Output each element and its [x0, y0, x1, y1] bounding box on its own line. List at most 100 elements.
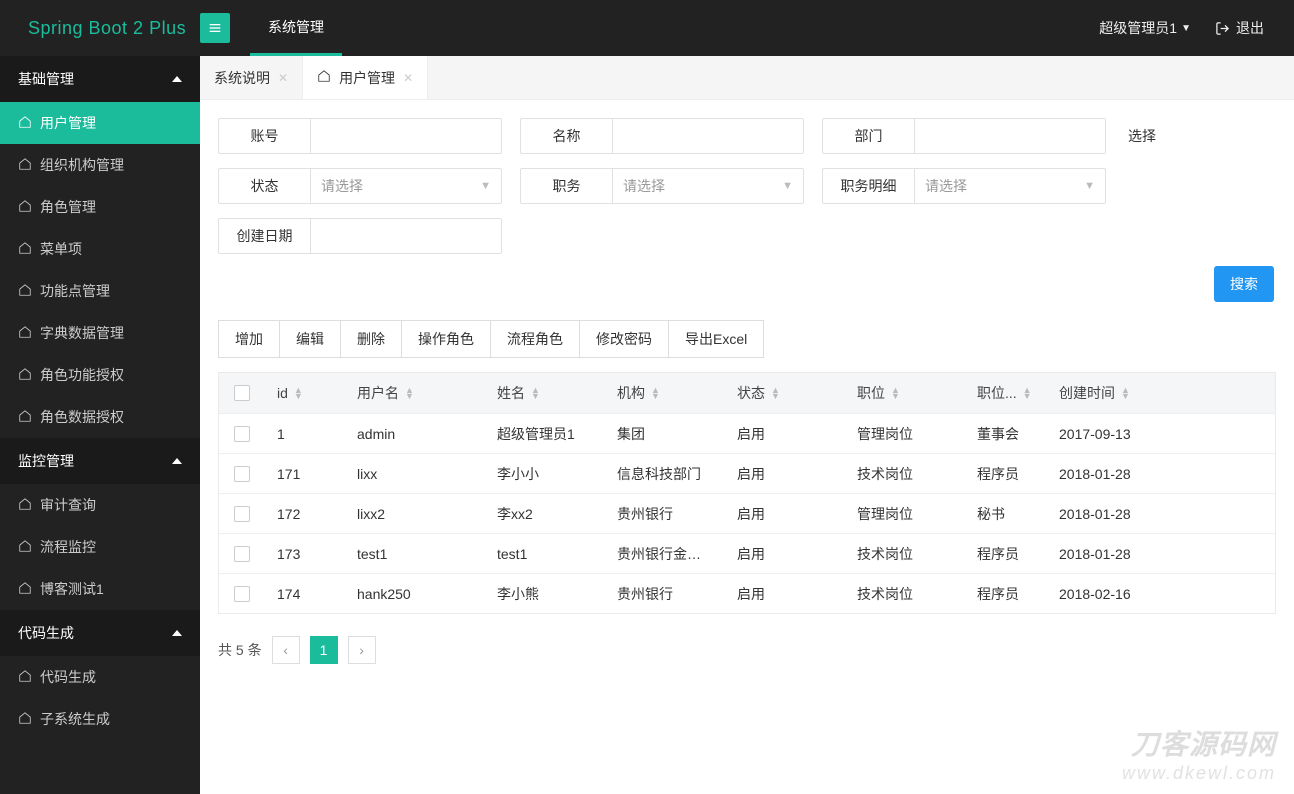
table-cell: 技术岗位: [845, 464, 965, 484]
toolbar-button[interactable]: 导出Excel: [669, 320, 764, 358]
column-header[interactable]: 职位...▲▼: [965, 383, 1047, 403]
logout-label: 退出: [1236, 18, 1264, 38]
state-select[interactable]: 请选择 ▼: [311, 169, 501, 203]
page-next[interactable]: ›: [348, 636, 376, 664]
table-cell: 程序员: [965, 584, 1047, 604]
nav-item[interactable]: 角色功能授权: [0, 354, 200, 396]
checkbox[interactable]: [234, 385, 250, 401]
checkbox[interactable]: [234, 586, 250, 602]
page-prev[interactable]: ‹: [272, 636, 300, 664]
nav-item[interactable]: 流程监控: [0, 526, 200, 568]
table-cell: 贵州银行金…: [605, 544, 725, 564]
nav-item-label: 角色数据授权: [40, 407, 124, 427]
close-icon[interactable]: ✕: [278, 71, 288, 85]
search-button[interactable]: 搜索: [1214, 266, 1274, 302]
position-detail-select[interactable]: 请选择 ▼: [915, 169, 1105, 203]
toolbar-button[interactable]: 流程角色: [491, 320, 580, 358]
filter-state: 状态 请选择 ▼: [218, 168, 502, 204]
table-cell: 董事会: [965, 424, 1047, 444]
toolbar-button[interactable]: 编辑: [280, 320, 341, 358]
table-cell: test1: [485, 546, 605, 562]
nav-item-label: 角色管理: [40, 197, 96, 217]
sidebar-toggle[interactable]: [200, 13, 230, 43]
toolbar-button[interactable]: 操作角色: [402, 320, 491, 358]
nav-item[interactable]: 代码生成: [0, 656, 200, 698]
column-header[interactable]: 创建时间▲▼: [1047, 383, 1157, 403]
nav-item-label: 字典数据管理: [40, 323, 124, 343]
table-cell: 2017-09-13: [1047, 426, 1157, 442]
table-cell: test1: [345, 546, 485, 562]
table-row[interactable]: 171lixx李小小信息科技部门启用技术岗位程序员2018-01-28: [219, 453, 1275, 493]
nav-item[interactable]: 审计查询: [0, 484, 200, 526]
nav-item[interactable]: 子系统生成: [0, 698, 200, 740]
table-row[interactable]: 173test1test1贵州银行金…启用技术岗位程序员2018-01-28: [219, 533, 1275, 573]
tab[interactable]: 系统说明✕: [200, 56, 303, 99]
nav-item[interactable]: 菜单项: [0, 228, 200, 270]
dept-picker-link[interactable]: 选择: [1124, 126, 1160, 146]
logout-icon: [1215, 21, 1230, 36]
chevron-up-icon: [172, 458, 182, 464]
nav-item[interactable]: 博客测试1: [0, 568, 200, 610]
user-menu[interactable]: 超级管理员1 ▼: [1099, 18, 1191, 38]
account-input[interactable]: [311, 119, 501, 153]
nav-item-label: 流程监控: [40, 537, 96, 557]
nav-item[interactable]: 角色管理: [0, 186, 200, 228]
column-header[interactable]: 职位▲▼: [845, 383, 965, 403]
nav-item[interactable]: 角色数据授权: [0, 396, 200, 438]
checkbox[interactable]: [234, 546, 250, 562]
filter-create-date: 创建日期: [218, 218, 502, 254]
table-row[interactable]: 172lixx2李xx2贵州银行启用管理岗位秘书2018-01-28: [219, 493, 1275, 533]
tab[interactable]: 用户管理✕: [303, 56, 428, 99]
table-cell: 管理岗位: [845, 424, 965, 444]
nav-group-header[interactable]: 代码生成: [0, 610, 200, 656]
column-header[interactable]: 机构▲▼: [605, 383, 725, 403]
column-header[interactable]: id▲▼: [265, 385, 345, 401]
sort-icon: ▲▼: [1121, 387, 1130, 399]
table-row[interactable]: 174hank250李小熊贵州银行启用技术岗位程序员2018-02-16: [219, 573, 1275, 613]
filter-label: 状态: [219, 169, 311, 203]
sort-icon: ▲▼: [891, 387, 900, 399]
page-number[interactable]: 1: [310, 636, 338, 664]
select-placeholder: 请选择: [623, 176, 665, 196]
close-icon[interactable]: ✕: [403, 71, 413, 85]
table-cell: [219, 466, 265, 482]
nav-item[interactable]: 功能点管理: [0, 270, 200, 312]
column-header[interactable]: 状态▲▼: [725, 383, 845, 403]
toolbar-button[interactable]: 修改密码: [580, 320, 669, 358]
dept-input[interactable]: [915, 119, 1105, 153]
table-cell: 贵州银行: [605, 504, 725, 524]
nav-item-label: 功能点管理: [40, 281, 110, 301]
nav-item-label: 角色功能授权: [40, 365, 124, 385]
column-header[interactable]: 姓名▲▼: [485, 383, 605, 403]
home-icon: [18, 497, 32, 514]
table-cell: 启用: [725, 424, 845, 444]
nav-item[interactable]: 组织机构管理: [0, 144, 200, 186]
nav-group-header[interactable]: 基础管理: [0, 56, 200, 102]
position-select[interactable]: 请选择 ▼: [613, 169, 803, 203]
create-date-input[interactable]: [311, 219, 501, 253]
home-icon: [18, 669, 32, 686]
filter-name: 名称: [520, 118, 804, 154]
top-nav-tab[interactable]: 系统管理: [250, 0, 342, 56]
nav-item[interactable]: 字典数据管理: [0, 312, 200, 354]
nav-item[interactable]: 用户管理: [0, 102, 200, 144]
tab-bar: 系统说明✕用户管理✕: [200, 56, 1294, 100]
checkbox[interactable]: [234, 466, 250, 482]
toolbar-button[interactable]: 增加: [218, 320, 280, 358]
table-cell: 秘书: [965, 504, 1047, 524]
hamburger-icon: [207, 20, 223, 36]
name-input[interactable]: [613, 119, 803, 153]
column-header[interactable]: [219, 385, 265, 401]
table-row[interactable]: 1admin超级管理员1集团启用管理岗位董事会2017-09-13: [219, 413, 1275, 453]
logout-button[interactable]: 退出: [1215, 18, 1264, 38]
column-header[interactable]: 用户名▲▼: [345, 383, 485, 403]
filter-label: 名称: [521, 119, 613, 153]
table-cell: 2018-01-28: [1047, 546, 1157, 562]
nav-group-header[interactable]: 监控管理: [0, 438, 200, 484]
checkbox[interactable]: [234, 506, 250, 522]
filter-account: 账号: [218, 118, 502, 154]
toolbar-button[interactable]: 删除: [341, 320, 402, 358]
table-cell: 信息科技部门: [605, 464, 725, 484]
checkbox[interactable]: [234, 426, 250, 442]
user-name: 超级管理员1: [1099, 18, 1177, 38]
